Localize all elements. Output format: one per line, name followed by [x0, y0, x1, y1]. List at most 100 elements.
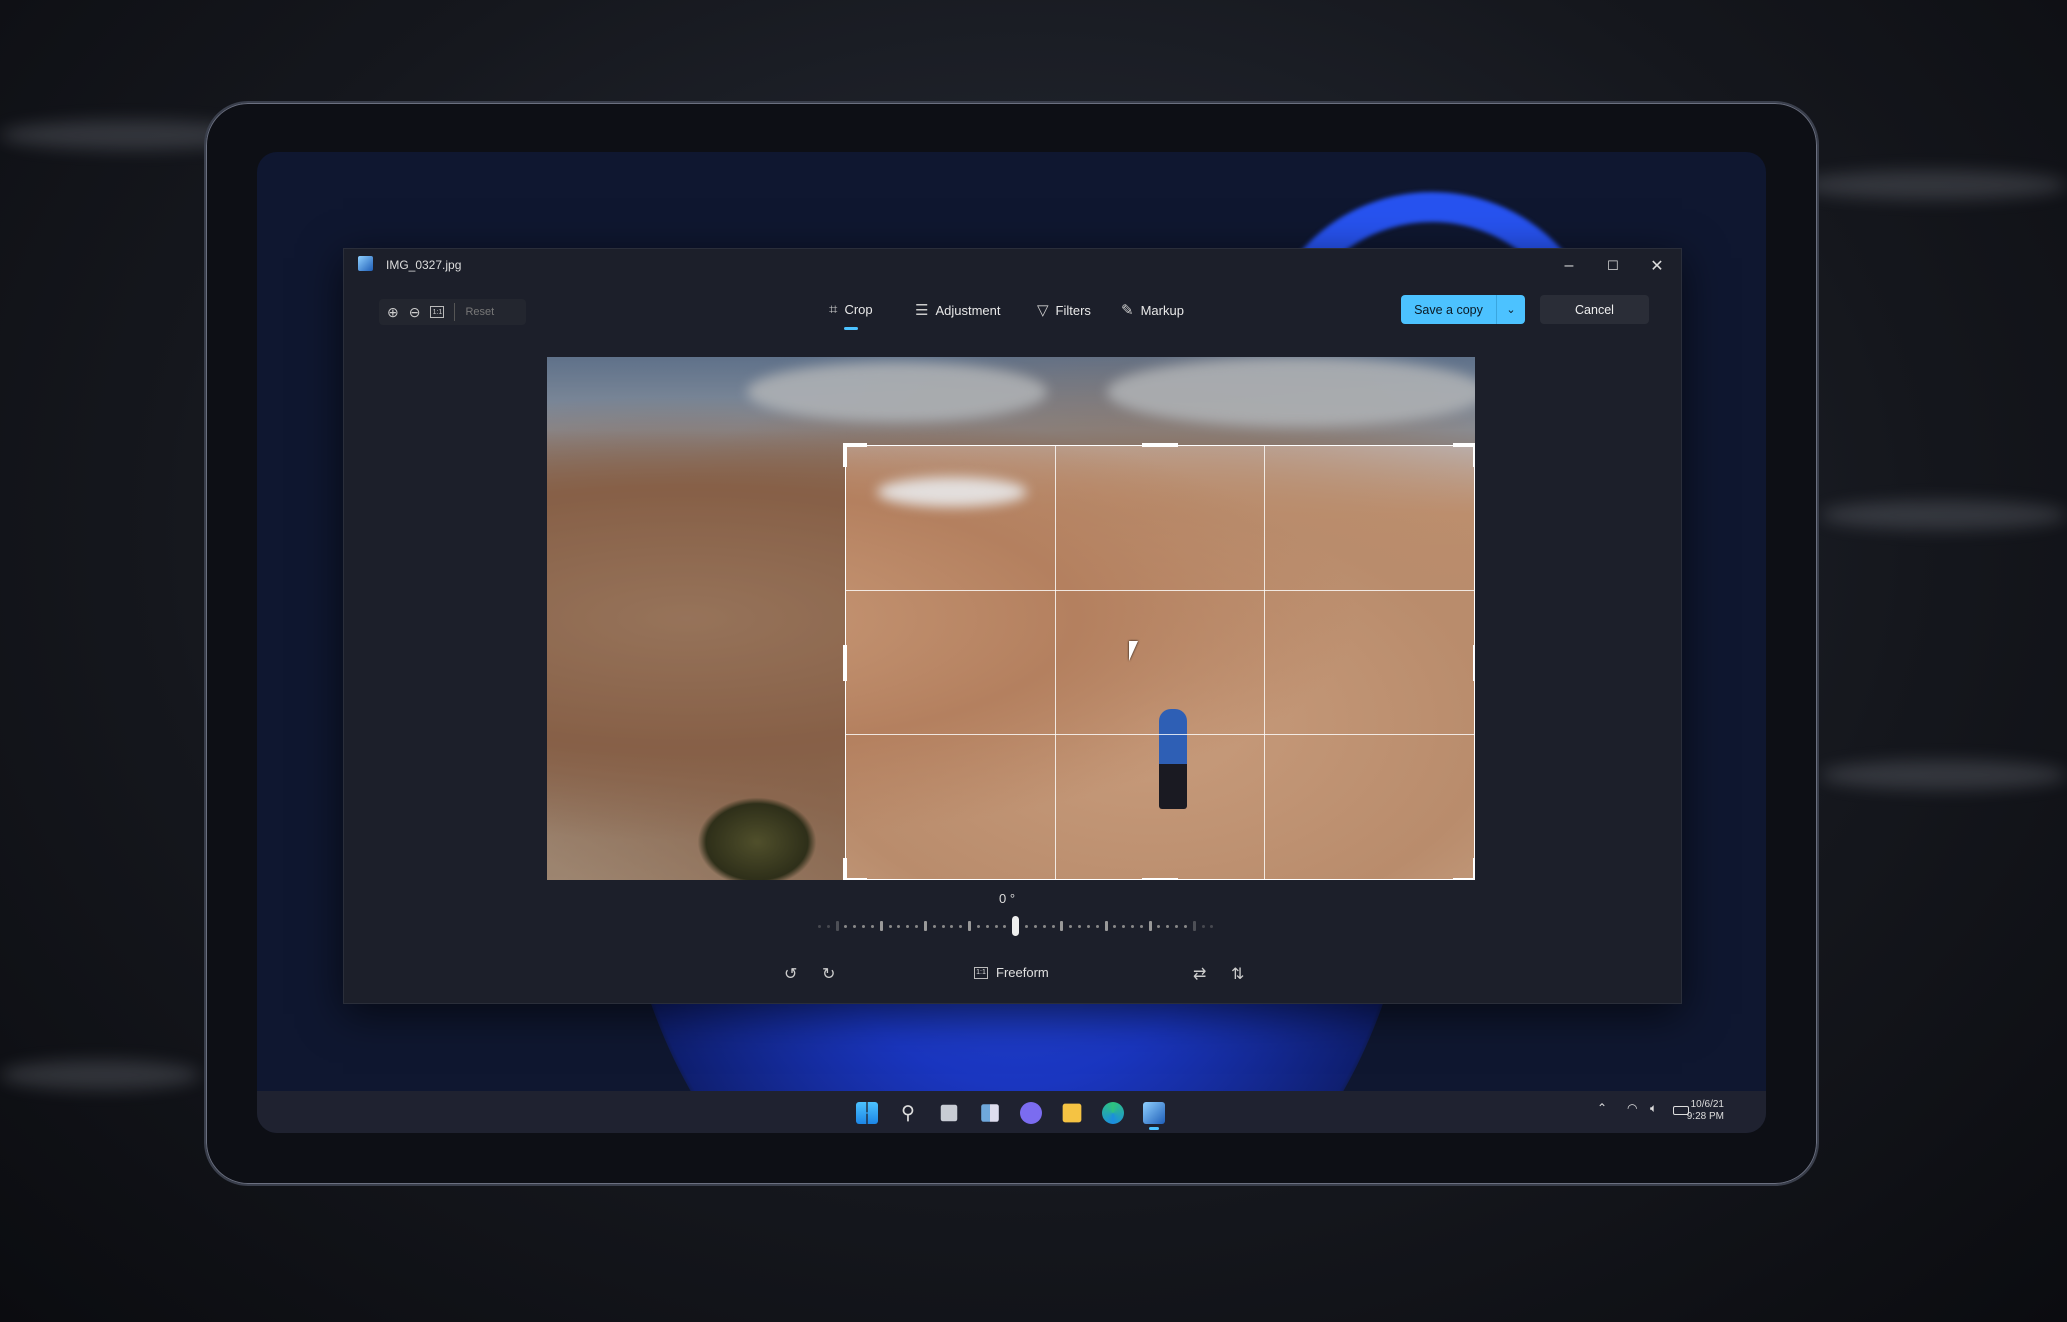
slider-tick — [853, 924, 857, 928]
slider-tick — [897, 924, 901, 928]
straighten-slider[interactable] — [818, 916, 1214, 936]
search-icon[interactable]: ⚲ — [897, 1102, 919, 1124]
slider-tick — [835, 921, 839, 931]
file-explorer-icon[interactable] — [1062, 1103, 1082, 1123]
slider-tick — [1122, 924, 1126, 928]
tab-label: Crop — [844, 302, 873, 317]
crop-handle-bottom[interactable] — [1142, 878, 1178, 880]
slider-tick — [1201, 924, 1205, 928]
slider-tick — [1033, 924, 1037, 928]
sliders-icon: ☰ — [915, 302, 929, 319]
slider-thumb[interactable] — [1012, 916, 1020, 936]
pen-icon: ✎ — [1121, 302, 1134, 319]
filter-icon: ▽ — [1037, 302, 1049, 319]
flip-horizontal-icon[interactable]: ⇄ — [1193, 964, 1206, 984]
aspect-ratio-button[interactable]: 1:1 Freeform — [974, 965, 1049, 980]
tab-adjustment[interactable]: ☰ Adjustment — [915, 301, 1001, 319]
slider-tick — [888, 924, 892, 928]
slider-tick — [1166, 924, 1170, 928]
slider-tick — [976, 924, 980, 928]
slider-tick — [968, 921, 972, 931]
slider-tick — [985, 924, 989, 928]
slider-tick — [923, 921, 927, 931]
wifi-icon[interactable]: ◠ — [1627, 1101, 1637, 1115]
zoom-out-icon[interactable]: ⊖ — [409, 304, 421, 321]
time: 9:28 PM — [1686, 1111, 1724, 1122]
crop-handle-left[interactable] — [843, 644, 847, 681]
crop-handle-br[interactable] — [1473, 858, 1475, 880]
zoom-in-icon[interactable]: ⊕ — [387, 304, 399, 321]
maximize-button[interactable]: ☐ — [1591, 251, 1635, 281]
slider-tick — [1130, 924, 1134, 928]
slider-tick — [1148, 921, 1152, 931]
crop-handle-tr[interactable] — [1473, 443, 1475, 467]
widgets-icon[interactable] — [981, 1104, 999, 1122]
slider-tick — [950, 924, 954, 928]
slider-tick — [1157, 924, 1161, 928]
slider-tick — [1078, 924, 1082, 928]
slider-tick — [826, 924, 830, 928]
slider-tick — [1183, 924, 1187, 928]
slider-tick — [1025, 924, 1029, 928]
slider-tick — [1210, 924, 1214, 928]
tab-label: Adjustment — [935, 302, 1001, 318]
photo-canvas[interactable] — [547, 357, 1475, 880]
tab-label: Markup — [1140, 302, 1184, 318]
crop-handle-bl[interactable] — [843, 858, 847, 880]
photos-app-icon[interactable] — [1143, 1102, 1165, 1124]
slider-tick — [1192, 921, 1196, 931]
chevron-up-icon[interactable]: ⌃ — [1597, 1101, 1607, 1115]
tab-markup[interactable]: ✎ Markup — [1121, 301, 1184, 319]
task-view-icon[interactable] — [940, 1104, 958, 1122]
slider-tick — [1051, 924, 1055, 928]
slider-tick — [818, 924, 821, 928]
chevron-down-icon[interactable]: ⌄ — [1497, 303, 1525, 316]
window-title: IMG_0327.jpg — [386, 258, 462, 272]
slider-tick — [1069, 924, 1073, 928]
start-icon[interactable] — [856, 1102, 878, 1124]
chat-icon[interactable] — [1020, 1102, 1042, 1124]
minimize-button[interactable]: – — [1547, 251, 1591, 281]
slider-tick — [932, 924, 936, 928]
slider-tick — [1104, 921, 1108, 931]
flip-vertical-icon[interactable]: ⇅ — [1231, 964, 1244, 984]
slider-tick — [1139, 924, 1143, 928]
slider-tick — [879, 921, 883, 931]
slider-tick — [844, 924, 848, 928]
volume-icon[interactable]: 🔈︎ — [1650, 1101, 1657, 1116]
close-button[interactable]: ✕ — [1635, 251, 1679, 281]
slider-tick — [994, 924, 998, 928]
slider-tick — [1003, 924, 1007, 928]
rotate-right-icon[interactable]: ↻ — [822, 964, 835, 984]
crop-handle-tr[interactable] — [1453, 443, 1475, 447]
rotate-left-icon[interactable]: ↺ — [784, 964, 797, 984]
clock[interactable]: 10/6/21 9:28 PM — [1687, 1099, 1724, 1123]
zoom-controls: ⊕ ⊖ 1:1 Reset — [379, 299, 526, 325]
crop-handle-tl[interactable] — [843, 443, 847, 467]
slider-tick — [1086, 924, 1090, 928]
reset-button[interactable]: Reset — [465, 306, 494, 318]
active-tab-indicator — [843, 327, 858, 330]
cancel-button[interactable]: Cancel — [1540, 295, 1649, 324]
save-a-copy-button[interactable]: Save a copy ⌄ — [1401, 295, 1525, 324]
tab-crop[interactable]: ⌗ Crop — [829, 301, 873, 330]
crop-rectangle[interactable] — [843, 443, 1475, 880]
photos-app-icon — [358, 256, 373, 271]
slider-tick — [1095, 924, 1099, 928]
edge-icon[interactable] — [1102, 1102, 1124, 1124]
tab-label: Filters — [1055, 302, 1091, 318]
crop-handle-top[interactable] — [1142, 443, 1178, 447]
tab-filters[interactable]: ▽ Filters — [1037, 301, 1091, 319]
slider-tick — [959, 924, 963, 928]
slider-tick — [1060, 921, 1064, 931]
actual-size-icon[interactable]: 1:1 — [430, 306, 445, 318]
photos-editor-window: IMG_0327.jpg – ☐ ✕ ⊕ ⊖ 1:1 Reset ⌗ Crop ☰… — [343, 248, 1682, 1004]
crop-handle-right[interactable] — [1473, 644, 1475, 681]
save-label[interactable]: Save a copy — [1401, 295, 1497, 324]
mouse-cursor-icon — [1129, 641, 1138, 661]
slider-tick — [906, 924, 910, 928]
slider-tick — [1175, 924, 1179, 928]
aspect-ratio-label: Freeform — [996, 965, 1049, 980]
crop-handle-br[interactable] — [1453, 878, 1475, 880]
slider-tick — [862, 924, 866, 928]
